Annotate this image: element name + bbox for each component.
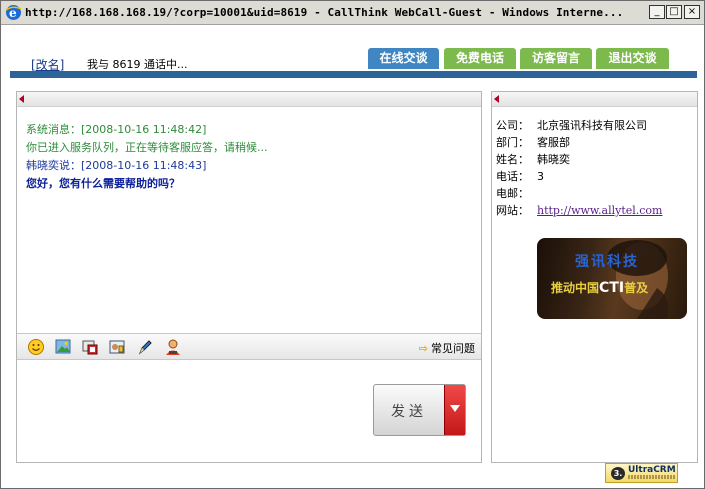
minimize-button[interactable]: _ [649, 5, 665, 19]
info-row-company: 公司： 北京强讯科技有限公司 [496, 117, 663, 134]
info-value: 韩晓奕 [537, 153, 570, 166]
faq-link[interactable]: ⇨ 常见问题 [419, 340, 475, 356]
call-status: 我与 8619 通话中... [87, 58, 188, 71]
title-bar[interactable]: e http://168.168.168.19/?corp=10001&uid=… [1, 1, 704, 25]
info-value: 客服部 [537, 136, 570, 149]
logo-subtext [628, 475, 676, 479]
info-value: 3 [537, 170, 544, 183]
info-label: 电话： [496, 170, 529, 183]
collapse-arrow-icon[interactable] [19, 95, 24, 103]
agent-message-body: 您好，您有什么需要帮助的吗？ [26, 177, 180, 190]
banner-slogan-start: 推动中国 [551, 281, 600, 295]
chat-toolbar: ⇨ 常见问题 [17, 333, 481, 360]
logo-badge: 3. [611, 467, 625, 480]
info-panel-header[interactable] [492, 92, 697, 107]
info-row-phone: 电话： 3 [496, 168, 663, 185]
logo-text: UltraCRM [628, 465, 676, 475]
smiley-icon[interactable] [27, 338, 45, 356]
close-button[interactable]: × [684, 5, 700, 19]
info-value: 北京强讯科技有限公司 [537, 119, 647, 132]
agent-info-list: 公司： 北京强讯科技有限公司 部门： 客服部 姓名： 韩晓奕 电话： 3 电邮： 网站：… [496, 117, 663, 219]
info-row-website: 网站： http://www.allytel.com [496, 202, 663, 219]
agent-message-header: 韩晓奕说：[2008-10-16 11:48:43] [26, 159, 207, 172]
website-link[interactable]: http://www.allytel.com [537, 204, 663, 217]
info-label: 部门： [496, 136, 529, 149]
info-row-email: 电邮： [496, 185, 663, 202]
agent-info-panel: 公司： 北京强讯科技有限公司 部门： 客服部 姓名： 韩晓奕 电话： 3 电邮： 网站：… [491, 91, 698, 463]
info-row-department: 部门： 客服部 [496, 134, 663, 151]
faq-label: 常见问题 [431, 342, 475, 355]
banner-slogan-cti: CTI [599, 280, 625, 296]
collapse-arrow-icon[interactable] [494, 95, 499, 103]
tab-exit-chat[interactable]: 退出交谈 [596, 48, 669, 69]
send-label: 发送 [391, 404, 427, 420]
system-message-header: 系统消息：[2008-10-16 11:48:42] [26, 123, 207, 136]
info-row-name: 姓名： 韩晓奕 [496, 151, 663, 168]
browser-window: e http://168.168.168.19/?corp=10001&uid=… [0, 0, 705, 489]
message-list: 系统消息：[2008-10-16 11:48:42] 你已进入服务队列，正在等待… [26, 121, 466, 193]
company-banner[interactable]: 强讯科技 推动中国CTI普及 [537, 238, 687, 319]
maximize-button[interactable]: □ [666, 5, 682, 19]
ultracrm-logo[interactable]: 3. UltraCRM [605, 463, 678, 483]
tab-online-chat[interactable]: 在线交谈 [368, 48, 439, 69]
banner-slogan: 推动中国CTI普及 [551, 279, 648, 296]
pen-icon[interactable] [136, 338, 154, 356]
agent-icon[interactable] [164, 338, 182, 356]
image-icon[interactable] [54, 338, 72, 356]
banner-title: 强讯科技 [575, 254, 639, 270]
info-label: 网站： [496, 204, 529, 217]
photo-icon[interactable] [108, 338, 126, 356]
chevron-down-icon [450, 405, 460, 412]
arrow-right-icon: ⇨ [418, 342, 428, 355]
system-message-body: 你已进入服务队列，正在等待客服应答，请稍候... [26, 141, 268, 154]
send-button[interactable]: 发送 [373, 384, 466, 436]
banner-slogan-end: 普及 [624, 281, 649, 295]
screenshot-icon[interactable] [81, 338, 99, 356]
window-title: http://168.168.168.19/?corp=10001&uid=86… [25, 6, 624, 19]
send-options-dropdown[interactable] [444, 385, 465, 435]
header-divider [10, 71, 697, 78]
info-label: 姓名： [496, 153, 529, 166]
info-label: 电邮： [496, 187, 529, 200]
tab-leave-message[interactable]: 访客留言 [520, 48, 592, 69]
ie-logo-icon: e [5, 5, 22, 20]
info-label: 公司： [496, 119, 529, 132]
chat-panel: 系统消息：[2008-10-16 11:48:42] 你已进入服务队列，正在等待… [16, 91, 482, 463]
chat-panel-header[interactable] [17, 92, 481, 107]
tab-free-phone[interactable]: 免费电话 [444, 48, 516, 69]
